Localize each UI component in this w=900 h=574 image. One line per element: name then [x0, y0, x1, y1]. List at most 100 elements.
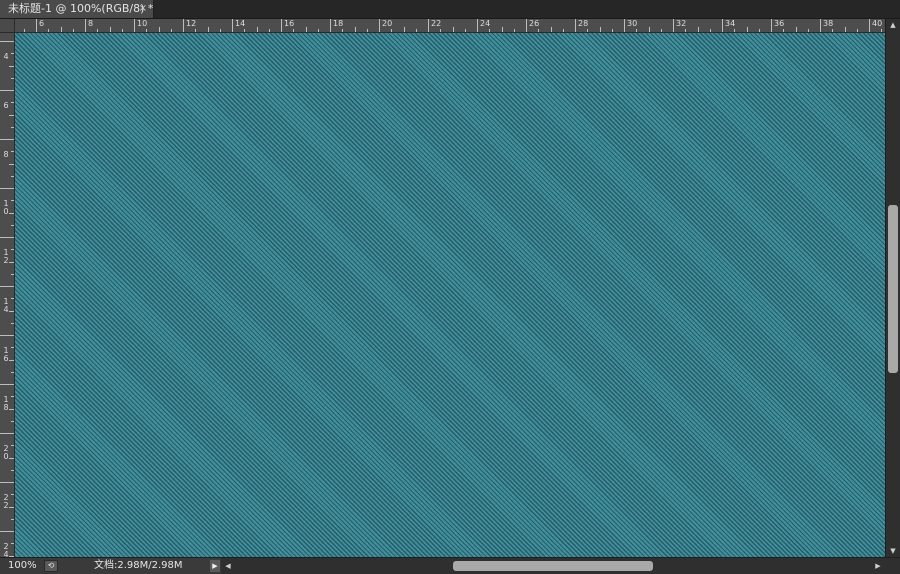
ruler-tick: [11, 127, 14, 128]
scroll-right-arrow-icon[interactable]: ▶: [873, 558, 883, 574]
vertical-scroll-thumb[interactable]: [888, 205, 898, 373]
ruler-tick: [11, 470, 14, 471]
ruler-tick: [11, 421, 14, 422]
horizontal-scroll-thumb[interactable]: [453, 561, 653, 571]
ruler-tick: [9, 66, 14, 67]
ruler-tick: [0, 90, 14, 91]
ruler-tick: [0, 237, 14, 238]
ruler-label: 20: [3, 444, 9, 461]
close-tab-icon[interactable]: ×: [139, 0, 147, 18]
ruler-label: 18: [333, 19, 344, 28]
ruler-tick: [122, 29, 123, 32]
ruler-tick: [538, 29, 539, 32]
ruler-tick: [244, 29, 245, 32]
ruler-tick: [73, 29, 74, 32]
ruler-label: 26: [529, 19, 540, 28]
scroll-left-arrow-icon[interactable]: ◀: [223, 558, 233, 574]
ruler-label: 24: [3, 542, 9, 558]
ruler-label: 30: [627, 19, 638, 28]
ruler-tick: [48, 29, 49, 32]
ruler-tick: [257, 27, 258, 32]
ruler-tick: [612, 29, 613, 32]
ruler-label: 16: [3, 346, 9, 363]
horizontal-ruler[interactable]: 6 8 10 12 14 16 18 20 22 24 26 28 30 32 34 36 38 40: [15, 19, 885, 33]
ruler-tick: [281, 19, 282, 32]
ruler-tick: [722, 19, 723, 32]
ruler-tick: [61, 27, 62, 32]
ruler-tick: [97, 29, 98, 32]
ruler-tick: [110, 27, 111, 32]
ruler-tick: [232, 19, 233, 32]
scroll-up-arrow-icon[interactable]: ▲: [886, 19, 900, 31]
ruler-tick: [9, 164, 14, 165]
ruler-tick: [11, 396, 14, 397]
ruler-tick: [11, 200, 14, 201]
ruler-tick: [11, 519, 14, 520]
ruler-tick: [747, 27, 748, 32]
ruler-tick: [587, 29, 588, 32]
ruler-tick: [11, 78, 14, 79]
ruler-origin-corner[interactable]: [0, 19, 15, 33]
ruler-tick: [379, 19, 380, 32]
ruler-tick: [0, 384, 14, 385]
ruler-label: 36: [774, 19, 785, 28]
ruler-tick: [416, 29, 417, 32]
ruler-tick: [11, 53, 14, 54]
ruler-tick: [881, 29, 882, 32]
ruler-label: 14: [3, 297, 9, 314]
horizontal-scrollbar[interactable]: ◀ ▶: [221, 558, 885, 574]
ruler-label: 10: [137, 19, 148, 28]
ruler-tick: [195, 29, 196, 32]
status-menu-arrow-icon[interactable]: ▶: [210, 560, 220, 572]
ruler-tick: [502, 27, 503, 32]
ruler-tick: [440, 29, 441, 32]
ruler-tick: [11, 102, 14, 103]
ruler-tick: [514, 29, 515, 32]
ruler-label: 8: [3, 150, 9, 159]
status-bar: 100% ⟲ 文档:2.98M/2.98M ▶ ◀ ▶: [0, 557, 900, 574]
ruler-tick: [489, 29, 490, 32]
ruler-tick: [0, 41, 14, 42]
ruler-tick: [9, 115, 14, 116]
ruler-tick: [698, 27, 699, 32]
vertical-scrollbar[interactable]: ▲ ▼: [885, 19, 900, 557]
ruler-tick: [208, 27, 209, 32]
proof-setup-icon[interactable]: ⟲: [44, 560, 58, 572]
ruler-tick: [0, 139, 14, 140]
document-canvas[interactable]: [15, 33, 886, 557]
document-tab-title: 未标题-1 @ 100%(RGB/8) *: [8, 2, 154, 15]
ruler-tick: [820, 19, 821, 32]
ruler-label: 4: [3, 52, 9, 61]
document-tab[interactable]: 未标题-1 @ 100%(RGB/8) * ×: [0, 0, 154, 18]
ruler-tick: [465, 29, 466, 32]
ruler-tick: [526, 19, 527, 32]
ruler-tick: [330, 19, 331, 32]
document-tab-bar: 未标题-1 @ 100%(RGB/8) * ×: [0, 0, 900, 19]
ruler-label: 6: [39, 19, 45, 28]
ruler-label: 8: [88, 19, 94, 28]
ruler-tick: [293, 29, 294, 32]
ruler-tick: [563, 29, 564, 32]
ruler-tick: [11, 543, 14, 544]
ruler-tick: [183, 19, 184, 32]
ruler-tick: [11, 323, 14, 324]
ruler-tick: [391, 29, 392, 32]
ruler-tick: [710, 29, 711, 32]
scroll-down-arrow-icon[interactable]: ▼: [886, 545, 900, 557]
ruler-tick: [661, 29, 662, 32]
zoom-level-field[interactable]: 100%: [0, 558, 40, 574]
ruler-tick: [11, 494, 14, 495]
ruler-tick: [624, 19, 625, 32]
vertical-ruler[interactable]: 4 6 8 10 12 14 16 18 20 22 24: [0, 33, 15, 557]
ruler-tick: [11, 372, 14, 373]
ruler-tick: [11, 151, 14, 152]
ruler-tick: [11, 298, 14, 299]
ruler-tick: [845, 27, 846, 32]
ruler-tick: [453, 27, 454, 32]
ruler-tick: [477, 19, 478, 32]
ruler-tick: [832, 29, 833, 32]
ruler-tick: [220, 29, 221, 32]
ruler-tick: [171, 29, 172, 32]
ruler-tick: [600, 27, 601, 32]
ruler-tick: [551, 27, 552, 32]
